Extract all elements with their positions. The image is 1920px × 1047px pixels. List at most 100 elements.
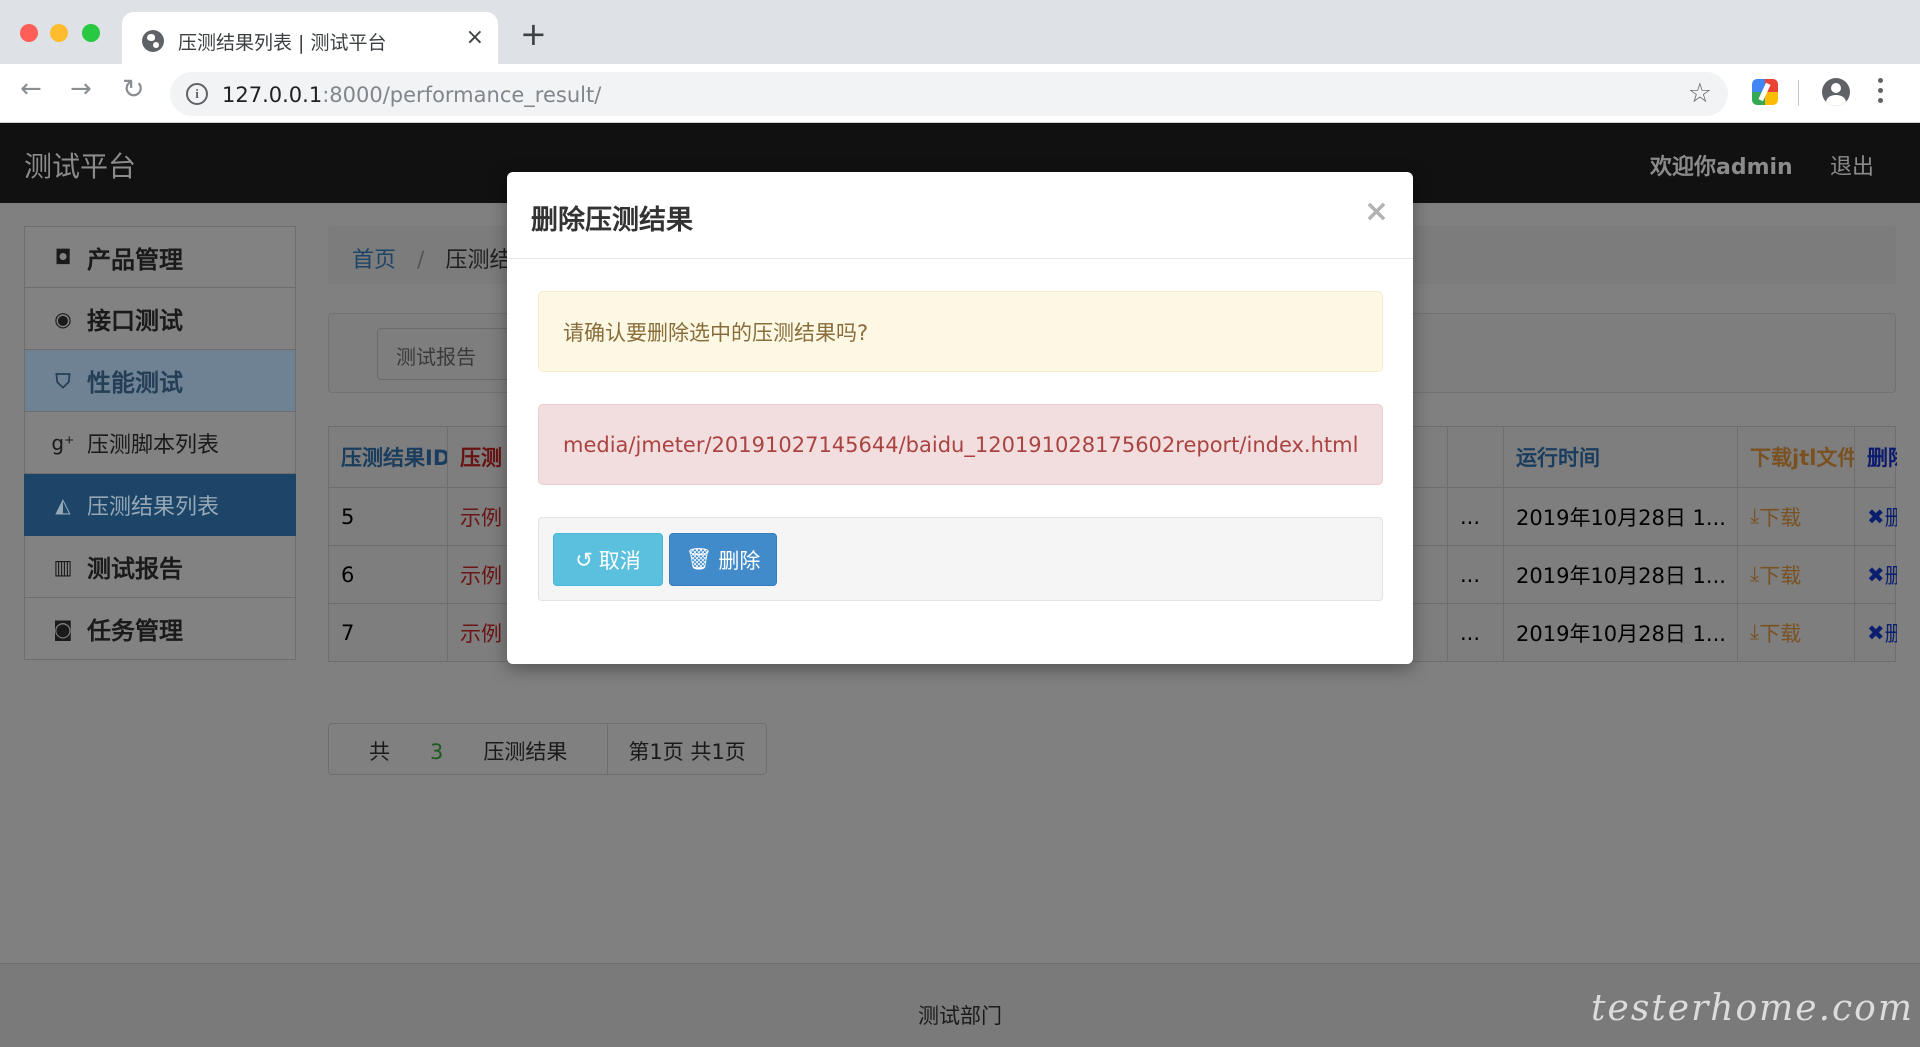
- close-icon[interactable]: ×: [1364, 194, 1389, 229]
- confirm-message: 请确认要删除选中的压测结果吗?: [538, 291, 1383, 372]
- delete-link[interactable]: ✖删除: [1854, 604, 1897, 661]
- speedometer-icon: ◭: [55, 492, 71, 517]
- sidebar-item-product[interactable]: ◘ 产品管理: [24, 226, 296, 288]
- download-label: 下载: [1759, 621, 1802, 646]
- delete-x-icon: ✖: [1867, 562, 1885, 587]
- url-text[interactable]: 127.0.0.1:8000/performance_result/: [222, 83, 601, 107]
- sidebar-item-report[interactable]: ▥ 测试报告: [24, 536, 296, 598]
- delete-label: 删除: [1885, 560, 1897, 590]
- download-link[interactable]: ⤓ 下载: [1737, 604, 1854, 661]
- sidebar-item-label: 产品管理: [87, 245, 183, 274]
- sidebar-item-tasks[interactable]: ◙ 任务管理: [24, 598, 296, 660]
- total-number: 3: [430, 740, 444, 764]
- download-label: 下载: [1759, 563, 1802, 588]
- forward-arrow-icon[interactable]: →: [70, 76, 92, 102]
- sidebar-item-label: 性能测试: [87, 369, 183, 397]
- delete-label: 删除: [1885, 618, 1897, 648]
- tab-title: 压测结果列表 | 测试平台: [178, 32, 387, 54]
- cell-truncated: ...: [1447, 488, 1503, 545]
- sidebar-item-label: 测试报告: [87, 555, 183, 583]
- modal-actions: ↺ 取消 🗑 删除: [538, 517, 1383, 601]
- download-link[interactable]: ⤓ 下载: [1737, 546, 1854, 603]
- file-path-alert: media/jmeter/20191027145644/baidu_120191…: [538, 404, 1383, 485]
- total-suffix: 压测结果: [483, 740, 568, 764]
- total-count: 共 3 压测结果: [329, 724, 609, 774]
- sidebar-item-label: 压测结果列表: [87, 494, 220, 520]
- sidebar-item-script-list[interactable]: g⁺ 压测脚本列表: [24, 412, 296, 474]
- cell-run-time: 2019年10月28日 1...: [1503, 604, 1737, 661]
- cell-run-time: 2019年10月28日 1...: [1503, 488, 1737, 545]
- extension-icon[interactable]: [1752, 79, 1778, 105]
- bookmark-star-icon[interactable]: ☆: [1688, 78, 1712, 109]
- sidebar-item-label: 任务管理: [87, 617, 183, 645]
- download-link[interactable]: ⤓ 下载: [1737, 488, 1854, 545]
- trash-icon: 🗑: [685, 547, 713, 571]
- header-download[interactable]: 下载jtl文件: [1737, 427, 1854, 487]
- delete-label: 删除: [718, 548, 761, 573]
- tab-strip: 压测结果列表 | 测试平台 × +: [0, 0, 1920, 66]
- header-run-time[interactable]: 运行时间: [1503, 427, 1737, 487]
- html5-icon: ⛉: [55, 368, 71, 393]
- modal-header: 删除压测结果 ×: [507, 172, 1413, 259]
- brand-title[interactable]: 测试平台: [24, 145, 136, 185]
- cell-truncated: ...: [1447, 604, 1503, 661]
- sidebar-item-performance[interactable]: ⛉ 性能测试: [24, 350, 296, 412]
- total-prefix: 共: [369, 740, 390, 764]
- url-host: 127.0.0.1: [222, 83, 323, 107]
- delete-x-icon: ✖: [1867, 620, 1885, 645]
- reload-icon[interactable]: ↻: [122, 76, 145, 103]
- breadcrumb-home[interactable]: 首页: [352, 248, 396, 273]
- download-icon: ⤓: [1750, 620, 1760, 644]
- header-id[interactable]: 压测结果ID: [329, 427, 447, 487]
- robot-icon: ◙: [53, 616, 73, 641]
- close-window-button[interactable]: [20, 24, 38, 42]
- delete-label: 删除: [1885, 502, 1897, 532]
- cancel-label: 取消: [598, 548, 641, 573]
- delete-button[interactable]: 🗑 删除: [669, 533, 777, 586]
- header-delete[interactable]: 删除: [1854, 427, 1897, 487]
- new-tab-button[interactable]: +: [520, 18, 547, 50]
- maximize-window-button[interactable]: [82, 24, 100, 42]
- cell-id: 7: [341, 620, 355, 645]
- bar-chart-icon: ▥: [53, 554, 73, 579]
- tab-test-report[interactable]: 测试报告: [377, 328, 517, 380]
- url-path: :8000/performance_result/: [322, 83, 602, 107]
- info-icon[interactable]: i: [186, 83, 208, 105]
- confirm-text: 请确认要删除选中的压测结果吗?: [563, 320, 869, 345]
- delete-link[interactable]: ✖删除: [1854, 546, 1897, 603]
- file-path: media/jmeter/20191027145644/baidu_120191…: [563, 432, 1359, 457]
- google-plus-icon: g⁺: [51, 430, 75, 455]
- download-icon: ⤓: [1750, 504, 1760, 528]
- download-label: 下载: [1759, 505, 1802, 530]
- undo-icon: ↺: [575, 547, 593, 572]
- address-bar[interactable]: i 127.0.0.1:8000/performance_result/ ☆: [170, 72, 1728, 116]
- page-info: 第1页 共1页: [628, 740, 746, 764]
- logout-link[interactable]: 退出: [1830, 149, 1874, 181]
- delete-x-icon: ✖: [1867, 504, 1885, 529]
- github-icon: ◘: [54, 245, 72, 269]
- sidebar-item-label: 压测脚本列表: [87, 432, 220, 458]
- breadcrumb-separator: /: [417, 248, 425, 273]
- back-arrow-icon[interactable]: ←: [20, 76, 42, 102]
- delete-result-modal: 删除压测结果 × 请确认要删除选中的压测结果吗? media/jmeter/20…: [507, 172, 1413, 664]
- github-circle-icon: ◉: [54, 306, 72, 331]
- delete-link[interactable]: ✖删除: [1854, 488, 1897, 545]
- pagination: 共 3 压测结果 第1页 共1页: [328, 723, 767, 775]
- sidebar-item-result-list[interactable]: ◭ 压测结果列表: [24, 474, 296, 536]
- cell-truncated: ...: [1447, 546, 1503, 603]
- footer-text: 测试部门: [918, 1004, 1002, 1028]
- watermark: testerhome.com: [1591, 988, 1914, 1029]
- cell-id: 6: [341, 562, 355, 587]
- globe-icon: [142, 30, 164, 52]
- kebab-menu-icon[interactable]: [1878, 78, 1884, 106]
- toolbar-divider: [1798, 80, 1799, 106]
- sidebar-item-label: 接口测试: [87, 307, 183, 335]
- header-hidden: [1447, 427, 1503, 487]
- tab-close-icon[interactable]: ×: [466, 25, 484, 50]
- minimize-window-button[interactable]: [50, 24, 68, 42]
- sidebar-item-api-test[interactable]: ◉ 接口测试: [24, 288, 296, 350]
- account-icon[interactable]: [1822, 78, 1850, 106]
- sidebar: ◘ 产品管理 ◉ 接口测试 ⛉ 性能测试 g⁺ 压测脚本列表 ◭ 压测结果列表 …: [24, 226, 296, 660]
- cancel-button[interactable]: ↺ 取消: [553, 533, 663, 586]
- browser-tab[interactable]: 压测结果列表 | 测试平台 ×: [122, 12, 498, 66]
